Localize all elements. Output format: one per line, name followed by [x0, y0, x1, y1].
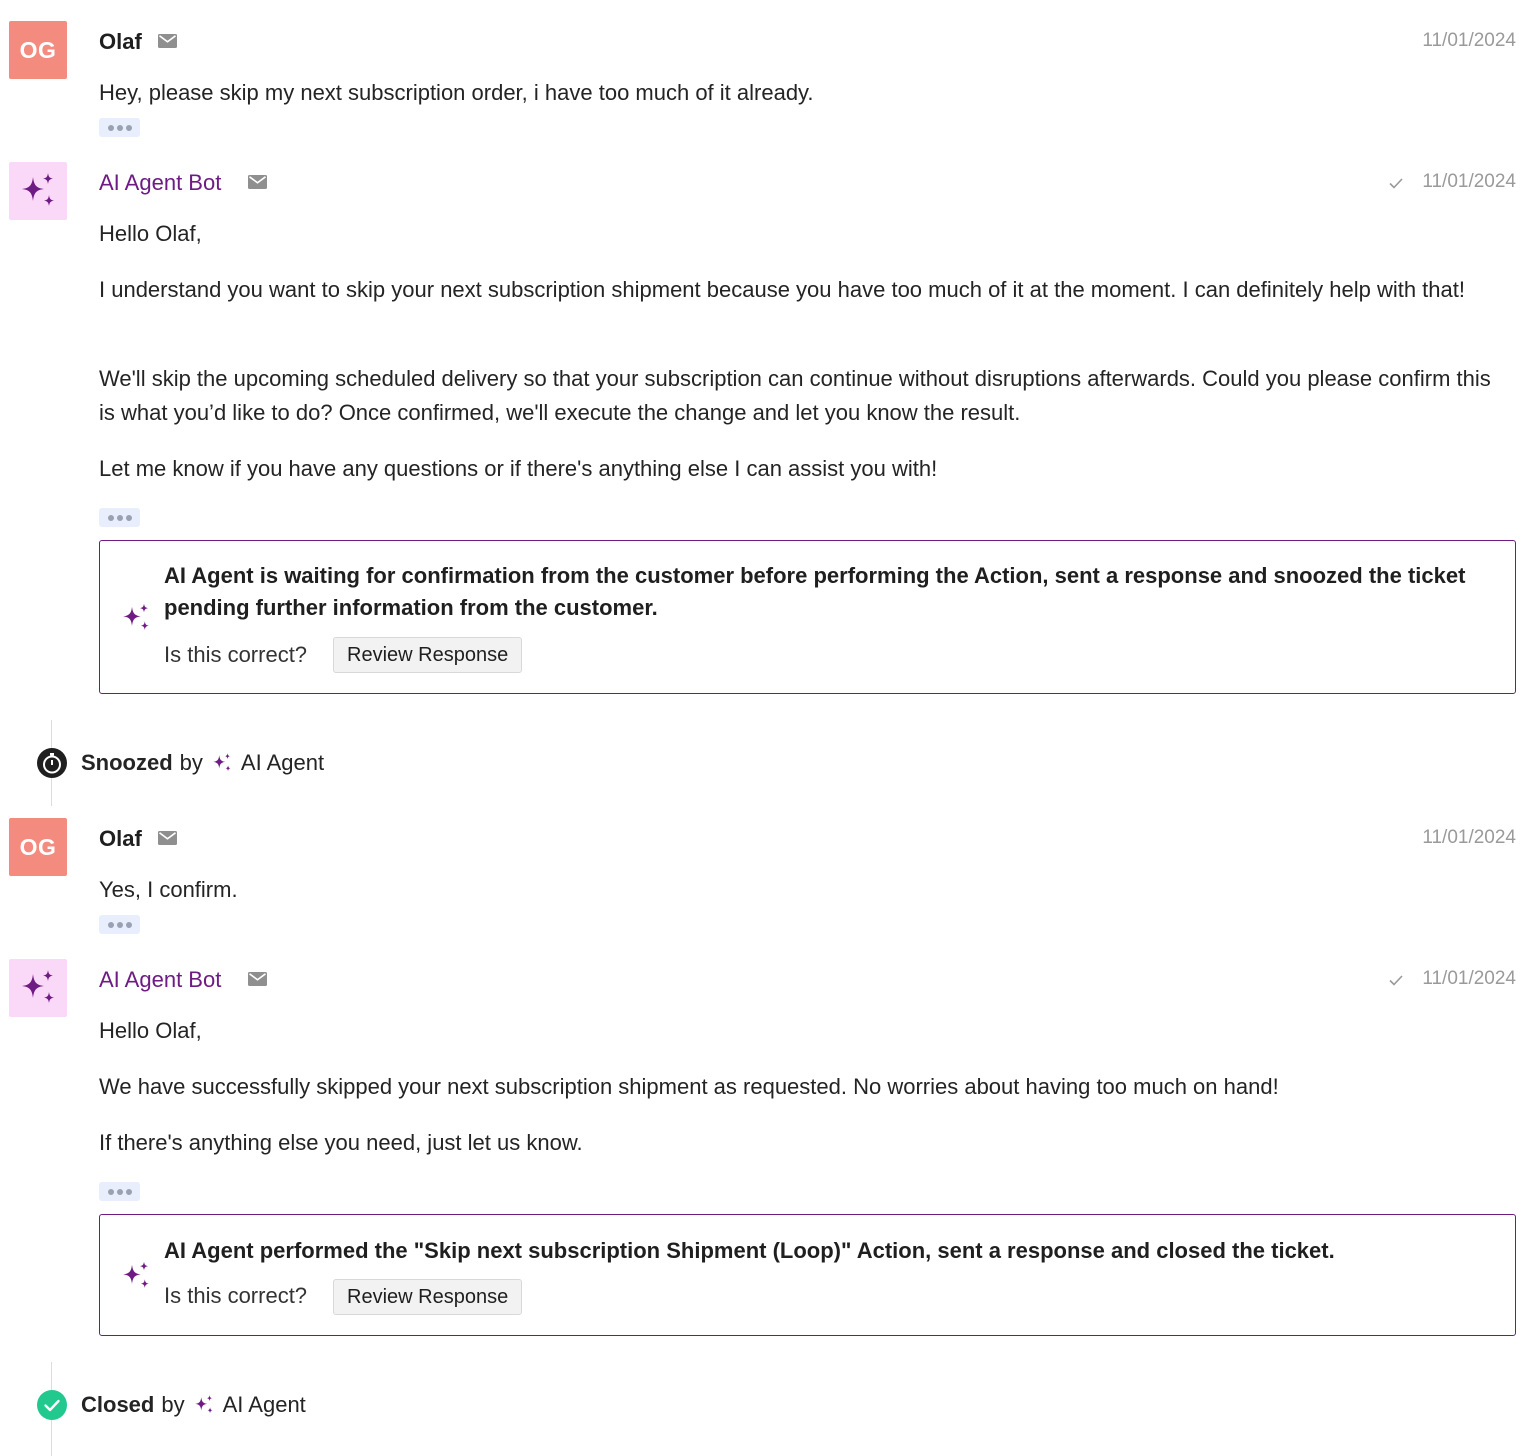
sparkles-icon — [193, 1394, 215, 1416]
message-paragraph: Let me know if you have any questions or… — [99, 456, 938, 481]
ai-action-message: AI Agent is waiting for confirmation fro… — [164, 563, 1466, 620]
message-author[interactable]: Olaf — [99, 29, 142, 55]
timeline-event-closed: Closed by AI Agent — [81, 1391, 306, 1419]
message-paragraph: If there's anything else you need, just … — [99, 1130, 583, 1155]
ai-action-box: AI Agent performed the "Skip next subscr… — [99, 1214, 1516, 1336]
expand-quoted-button[interactable] — [99, 118, 140, 137]
sent-check-icon — [1388, 175, 1404, 191]
event-by: by — [179, 750, 203, 775]
event-actor: AI Agent — [222, 1392, 306, 1417]
mail-icon — [248, 972, 267, 986]
message-body: Hey, please skip my next subscription or… — [99, 76, 1504, 110]
message-date: 11/01/2024 — [1422, 30, 1516, 51]
message-author[interactable]: AI Agent Bot — [99, 170, 221, 196]
bot-avatar — [9, 959, 67, 1017]
timer-icon — [37, 748, 67, 778]
sparkles-icon — [120, 602, 152, 634]
avatar: OG — [9, 818, 67, 876]
avatar-initials: OG — [19, 833, 57, 860]
mail-icon — [158, 831, 177, 845]
review-response-button[interactable]: Review Response — [333, 637, 523, 673]
mail-icon — [158, 34, 177, 48]
ai-action-message: AI Agent performed the "Skip next subscr… — [164, 1238, 1335, 1263]
message-paragraph: Hello Olaf, — [99, 221, 202, 246]
event-status: Closed — [81, 1392, 155, 1417]
mail-icon — [248, 175, 267, 189]
ai-action-question: Is this correct? — [164, 1283, 308, 1308]
message-date: 11/01/2024 — [1422, 171, 1516, 192]
message-paragraph: We'll skip the upcoming scheduled delive… — [99, 366, 1491, 425]
sparkles-icon — [211, 752, 233, 774]
sparkles-icon — [120, 1260, 152, 1292]
avatar: OG — [9, 21, 67, 79]
timeline-event-snoozed: Snoozed by AI Agent — [81, 749, 324, 777]
message-author[interactable]: AI Agent Bot — [99, 967, 221, 993]
message-paragraph: Yes, I confirm. — [99, 877, 238, 902]
event-actor: AI Agent — [240, 750, 325, 775]
sparkles-icon — [18, 171, 58, 211]
expand-quoted-button[interactable] — [99, 915, 140, 934]
expand-quoted-button[interactable] — [99, 508, 140, 527]
message-date: 11/01/2024 — [1422, 827, 1516, 848]
check-circle-icon — [37, 1390, 67, 1420]
message-paragraph: I understand you want to skip your next … — [99, 277, 1465, 302]
sent-check-icon — [1388, 972, 1404, 988]
message-paragraph: Hello Olaf, — [99, 1018, 202, 1043]
event-status: Snoozed — [81, 750, 173, 775]
expand-quoted-button[interactable] — [99, 1182, 140, 1201]
bot-avatar — [9, 162, 67, 220]
ai-action-question: Is this correct? — [164, 642, 308, 667]
message-date: 11/01/2024 — [1422, 968, 1516, 989]
event-by: by — [161, 1392, 185, 1417]
review-response-button[interactable]: Review Response — [333, 1279, 523, 1315]
ai-action-box: AI Agent is waiting for confirmation fro… — [99, 540, 1516, 694]
sparkles-icon — [18, 968, 58, 1008]
message-paragraph: We have successfully skipped your next s… — [99, 1074, 1279, 1099]
message-paragraph: Hey, please skip my next subscription or… — [99, 80, 814, 105]
message-author[interactable]: Olaf — [99, 826, 142, 852]
avatar-initials: OG — [19, 36, 57, 63]
